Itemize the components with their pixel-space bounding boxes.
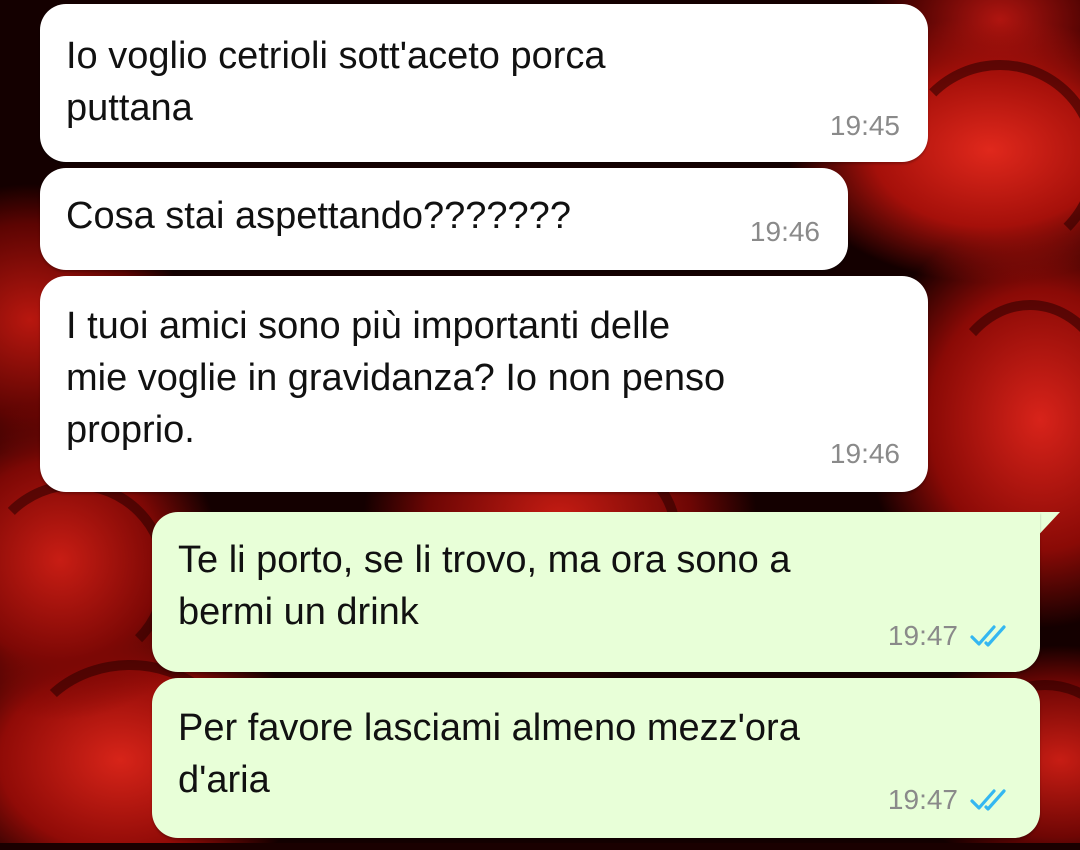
message-meta: 19:47 [888, 620, 1014, 652]
message-meta: 19:47 [888, 784, 1014, 816]
message-bubble-incoming[interactable]: Io voglio cetrioli sott'aceto porca putt… [40, 4, 928, 162]
message-text: Io voglio cetrioli sott'aceto porca putt… [66, 35, 606, 129]
message-meta: 19:46 [750, 216, 820, 248]
message-text: Cosa stai aspettando??????? [66, 195, 571, 237]
message-bubble-outgoing[interactable]: Per favore lasciami almeno mezz'ora d'ar… [152, 678, 1040, 838]
message-bubble-outgoing[interactable]: Te li porto, se li trovo, ma ora sono a … [152, 512, 1040, 672]
message-timestamp: 19:47 [887, 784, 958, 815]
message-timestamp: 19:46 [749, 216, 820, 247]
double-check-icon [970, 625, 1006, 647]
message-bubble-incoming[interactable]: Cosa stai aspettando??????? 19:46 [40, 168, 848, 270]
message-bubble-incoming[interactable]: I tuoi amici sono più importanti delle m… [40, 276, 928, 492]
rose-petal-shape [940, 300, 1080, 520]
message-timestamp: 19:45 [829, 110, 900, 141]
double-check-icon [970, 789, 1006, 811]
rose-petal-shape [0, 480, 170, 670]
message-meta: 19:46 [830, 438, 900, 470]
message-meta: 19:45 [830, 110, 900, 142]
message-text: I tuoi amici sono più importanti delle m… [66, 305, 726, 451]
message-timestamp: 19:46 [829, 438, 900, 469]
message-timestamp: 19:47 [887, 620, 958, 651]
